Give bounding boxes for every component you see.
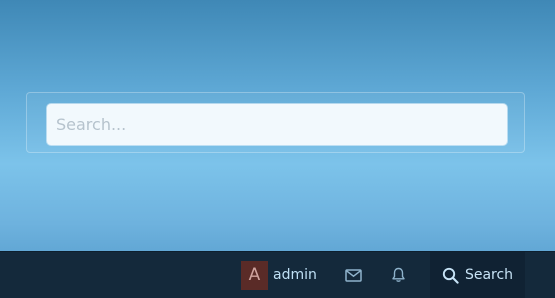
search-input[interactable] [47,104,507,145]
account-link[interactable]: A admin [235,252,323,298]
envelope-icon [344,268,362,282]
alerts-button[interactable] [378,252,418,298]
search-button-label: Search [464,267,514,283]
bottom-navbar: A admin Search [0,251,555,298]
page: A admin [0,0,555,298]
search-button[interactable]: Search [430,252,525,298]
search-panel [26,92,525,153]
avatar: A [241,260,268,290]
username: admin [273,267,317,283]
bell-icon [391,267,406,283]
inbox-button[interactable] [333,252,373,298]
magnifier-icon [442,267,459,284]
